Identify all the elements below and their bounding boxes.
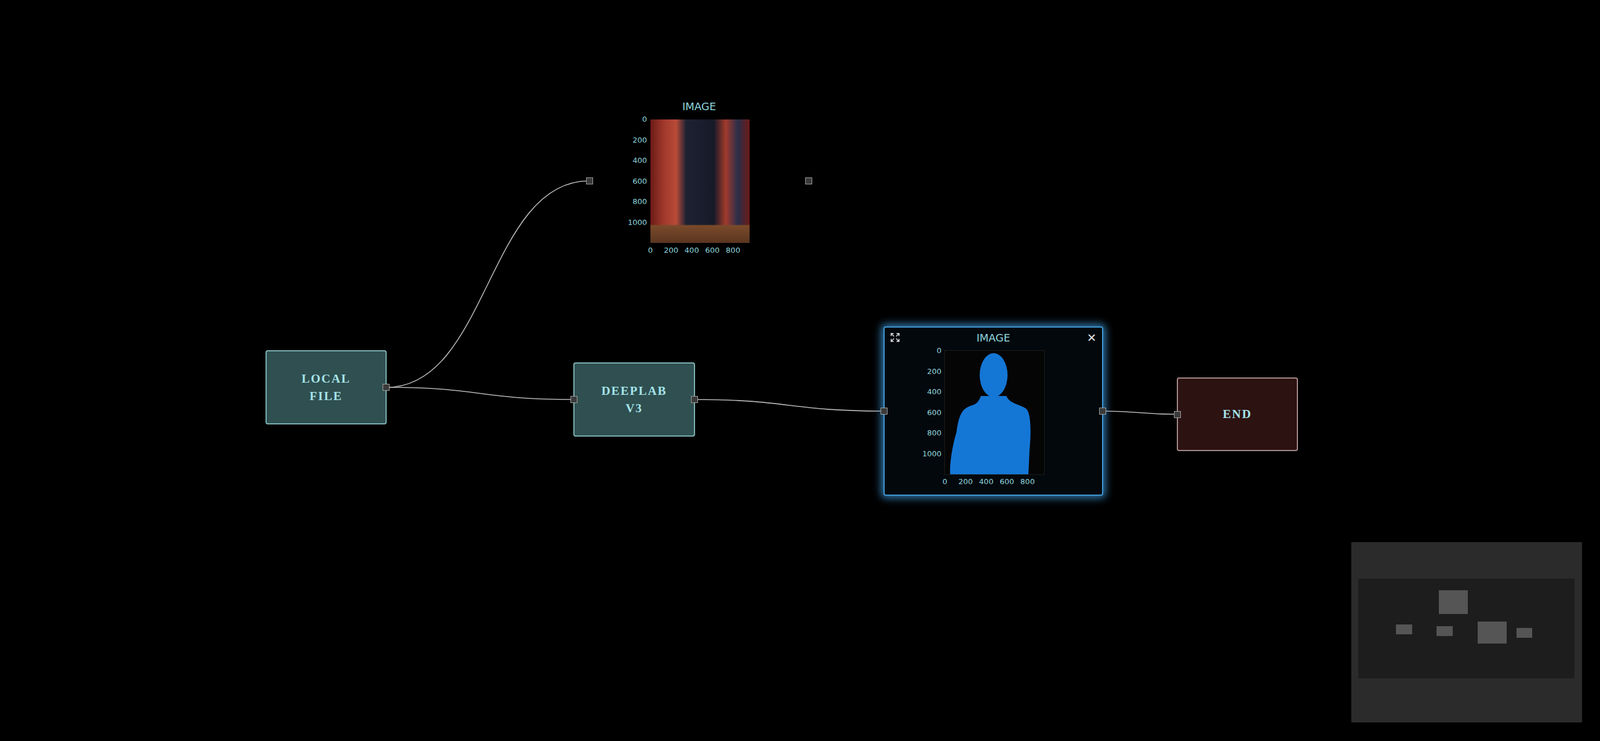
y-tick: 400 (926, 387, 942, 397)
y-tick: 800 (926, 428, 942, 438)
viewer-title: IMAGE (884, 331, 1103, 345)
person-mask-icon (944, 350, 1045, 475)
viewer-title: IMAGE (590, 99, 809, 114)
source-node[interactable]: LOCAL FILE (265, 350, 387, 425)
output-port[interactable] (691, 395, 698, 403)
x-axis: 0 200 400 600 800 (650, 242, 750, 258)
edge (1103, 411, 1177, 415)
x-tick: 0 (942, 477, 948, 487)
y-tick: 600 (926, 408, 942, 418)
image-plot: 0 200 400 600 800 1000 0 200 400 600 800 (620, 119, 809, 258)
y-tick: 800 (632, 197, 647, 207)
viewer-node[interactable]: ×IMAGE020040060080010000200400600800 (883, 326, 1104, 496)
x-tick: 0 (648, 245, 653, 256)
x-tick: 800 (725, 245, 741, 256)
output-port[interactable] (805, 177, 813, 185)
output-port[interactable] (1099, 407, 1107, 415)
viewer-node[interactable]: IMAGE020040060080010000200400600800 (588, 92, 810, 269)
edge (386, 180, 589, 388)
minimap-node (1438, 590, 1468, 614)
y-tick: 400 (632, 155, 647, 166)
x-tick: 400 (979, 477, 994, 487)
node-label: DEEPLAB V3 (596, 382, 672, 418)
input-port[interactable] (586, 177, 594, 185)
edge (386, 387, 574, 400)
input-port[interactable] (570, 395, 578, 403)
photo-image (650, 119, 750, 243)
edge (695, 399, 884, 412)
x-tick: 200 (958, 477, 973, 487)
minimap[interactable] (1351, 542, 1583, 723)
image-plot: 0 200 400 600 800 1000 0 200 400 600 800 (914, 350, 1103, 490)
output-port[interactable] (382, 383, 390, 391)
y-tick: 1000 (922, 449, 942, 459)
graph-canvas[interactable]: LOCAL FILEDEEPLAB V3IMAGE020040060080010… (0, 0, 1600, 741)
minimap-node (1395, 624, 1413, 635)
minimap-node (1516, 627, 1533, 638)
y-tick: 200 (926, 366, 942, 377)
x-tick: 800 (1020, 477, 1035, 487)
input-port[interactable] (1173, 411, 1181, 418)
y-axis: 02004006008001000 (914, 350, 945, 475)
minimap-node (1436, 626, 1453, 636)
y-tick: 0 (936, 346, 942, 356)
model-node[interactable]: DEEPLAB V3 (573, 362, 696, 437)
mask-image (944, 350, 1045, 475)
node-label: LOCAL FILE (288, 369, 365, 406)
expand-icon (889, 332, 901, 343)
y-axis: 02004006008001000 (620, 119, 651, 243)
y-tick: 600 (632, 176, 647, 187)
close-button[interactable]: × (1084, 330, 1099, 345)
minimap-node (1477, 621, 1507, 645)
input-port[interactable] (880, 407, 888, 415)
x-tick: 600 (999, 477, 1014, 487)
y-tick: 0 (642, 114, 647, 125)
node-label: END (1222, 405, 1252, 423)
x-tick: 600 (704, 245, 720, 256)
x-tick: 400 (684, 245, 700, 256)
x-tick: 200 (663, 245, 679, 256)
sink-node[interactable]: END (1176, 377, 1298, 452)
expand-button[interactable] (888, 330, 903, 345)
x-axis: 0 200 400 600 800 (944, 474, 1045, 490)
y-tick: 1000 (627, 217, 647, 228)
y-tick: 200 (632, 135, 647, 145)
